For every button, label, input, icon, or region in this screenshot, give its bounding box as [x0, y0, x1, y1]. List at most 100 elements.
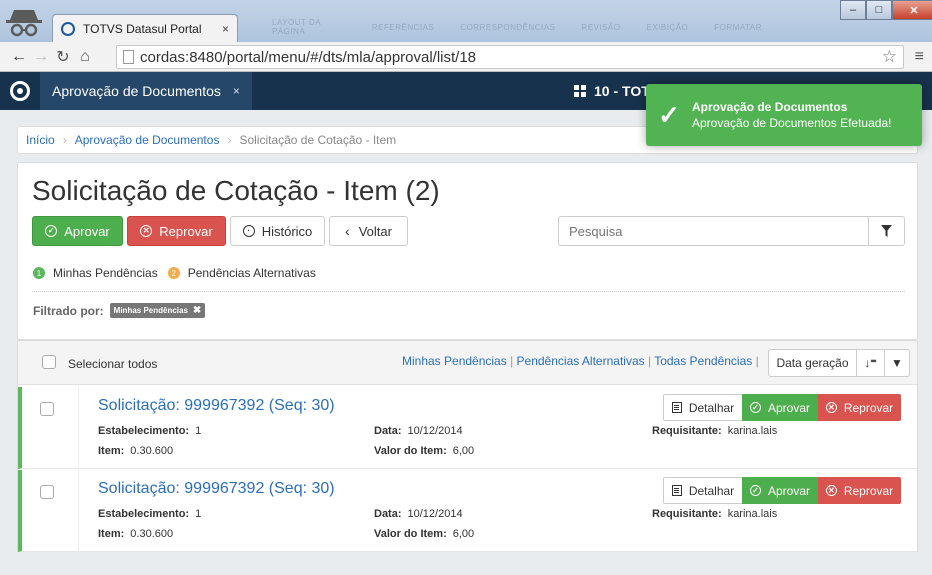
filter-link-all[interactable]: Todas Pendências	[654, 354, 752, 368]
item-checkbox-cell	[22, 387, 79, 469]
bg-tab: REFERÊNCIAS	[371, 22, 435, 32]
check-circle-icon: ✓	[749, 485, 761, 496]
field-value: 1	[195, 508, 202, 520]
totvs-logo-icon[interactable]	[10, 81, 30, 101]
item-title-link[interactable]: Solicitação: 999967392 (Seq: 30)	[98, 480, 335, 498]
item-requester: Requisitante: karina.lais	[652, 425, 777, 437]
approve-button[interactable]: ✓ Aprovar	[32, 216, 123, 246]
x-circle-icon: ✕	[825, 402, 837, 413]
item-approve-button[interactable]: ✓ Aprovar	[742, 394, 818, 421]
maximize-icon[interactable]: □	[866, 0, 892, 20]
remove-filter-icon[interactable]: ✖	[193, 305, 201, 316]
sort-field-button[interactable]: Data geração	[769, 350, 857, 376]
breadcrumb-home[interactable]: Início	[26, 133, 55, 147]
filter-link-mine[interactable]: Minhas Pendências	[402, 354, 507, 368]
field-label: Item:	[98, 445, 125, 457]
back-button[interactable]: ‹ Voltar	[329, 216, 408, 246]
minimize-icon[interactable]: –	[840, 0, 866, 20]
item-date: Data: 10/12/2014	[374, 508, 463, 520]
search-box	[558, 216, 905, 246]
item-reject-button[interactable]: ✕ Reprovar	[818, 394, 901, 421]
back-arrow-icon[interactable]: ←	[8, 48, 30, 66]
home-icon[interactable]: ⌂	[74, 48, 96, 66]
reject-button[interactable]: ✕ Reprovar	[127, 216, 226, 246]
detail-button[interactable]: Detalhar	[663, 477, 743, 504]
reload-icon[interactable]: ↻	[52, 47, 74, 67]
browser-menu-icon[interactable]: ≡	[915, 48, 924, 66]
item-value: Valor do Item: 6,00	[374, 445, 474, 457]
url-bar[interactable]: ☆	[116, 45, 904, 69]
legend-dot-mine: 1	[33, 267, 45, 279]
item-checkbox[interactable]	[40, 485, 54, 499]
detail-button[interactable]: Detalhar	[663, 394, 743, 421]
caret-down-icon[interactable]: ▼	[885, 350, 909, 376]
field-label: Estabelecimento:	[98, 425, 190, 437]
search-input[interactable]	[559, 217, 868, 245]
browser-tab-title: TOTVS Datasul Portal	[83, 21, 202, 36]
grid-icon	[574, 85, 586, 97]
item-requester: Requisitante: karina.lais	[652, 508, 777, 520]
filter-link-alternative[interactable]: Pendências Alternativas	[517, 354, 645, 368]
close-window-icon[interactable]: ✕	[892, 0, 932, 20]
window-controls: – □ ✕	[840, 0, 932, 20]
history-button-label: Histórico	[261, 223, 313, 239]
detail-button-label: Detalhar	[688, 400, 735, 415]
breadcrumb-section[interactable]: Aprovação de Documentos	[75, 133, 220, 147]
item-establishment: Estabelecimento: 1	[98, 425, 201, 437]
item-approve-button[interactable]: ✓ Aprovar	[742, 477, 818, 504]
field-value: 0.30.600	[130, 445, 174, 457]
check-circle-icon: ✓	[45, 225, 58, 237]
toast-content: Aprovação de Documentos Aprovação de Doc…	[692, 100, 891, 130]
field-label: Data:	[374, 508, 402, 520]
company-selector[interactable]: 10 - TOT	[574, 72, 650, 110]
select-all-label: Selecionar todos	[68, 357, 158, 371]
breadcrumb-separator-icon: ›	[62, 133, 67, 147]
item-reject-button[interactable]: ✕ Reprovar	[818, 477, 901, 504]
bg-tab: EXIBIÇÃO	[646, 22, 689, 32]
list-header: Selecionar todos Minhas Pendências | Pen…	[18, 341, 917, 385]
detail-button-label: Detalhar	[688, 483, 735, 498]
field-label: Data:	[374, 425, 402, 437]
filter-button[interactable]	[868, 217, 904, 245]
success-toast[interactable]: ✓ Aprovação de Documentos Aprovação de D…	[646, 84, 922, 146]
browser-tab[interactable]: TOTVS Datasul Portal ×	[52, 14, 238, 42]
field-value: 6,00	[452, 528, 475, 540]
page-icon	[123, 50, 134, 64]
background-window-tabs: LAYOUT DA PÁGINA REFERÊNCIAS CORRESPONDÊ…	[242, 14, 762, 40]
item-reject-label: Reprovar	[843, 483, 894, 498]
address-toolbar: ← → ↻ ⌂ ☆ ≡	[0, 42, 932, 72]
page-panel: Solicitação de Cotação - Item (2) ✓ Apro…	[17, 162, 918, 340]
sort-direction-icon[interactable]: ↓⁼	[857, 350, 885, 376]
sort-control: Data geração ↓⁼ ▼	[768, 349, 910, 377]
field-label: Requisitante:	[652, 425, 722, 437]
legend-label-alternative: Pendências Alternativas	[187, 266, 316, 280]
item-title-link[interactable]: Solicitação: 999967392 (Seq: 30)	[98, 397, 335, 415]
clock-icon: ·	[242, 225, 255, 237]
bg-tab: LAYOUT DA PÁGINA	[272, 18, 321, 36]
field-value: karina.lais	[727, 508, 778, 520]
approve-button-label: Aprovar	[64, 223, 110, 239]
company-label: 10 - TOT	[594, 83, 650, 99]
item-approve-label: Aprovar	[767, 483, 811, 498]
close-app-tab-icon[interactable]: ×	[233, 84, 240, 98]
breadcrumb-separator-icon: ›	[227, 133, 232, 147]
bg-tab: CORRESPONDÊNCIAS	[460, 22, 556, 32]
breadcrumb-current: Solicitação de Cotação - Item	[239, 133, 397, 147]
field-value: 6,00	[452, 445, 475, 457]
field-value: 0.30.600	[130, 528, 174, 540]
item-reject-label: Reprovar	[843, 400, 894, 415]
close-tab-icon[interactable]: ×	[222, 22, 229, 36]
url-input[interactable]	[140, 48, 882, 66]
item-value: Valor do Item: 6,00	[374, 528, 474, 540]
history-button[interactable]: · Histórico	[230, 216, 325, 246]
select-all-checkbox[interactable]	[42, 355, 56, 369]
bg-tab: REVISÃO	[581, 22, 621, 32]
toast-title: Aprovação de Documentos	[692, 100, 848, 114]
item-checkbox[interactable]	[40, 402, 54, 416]
item-code: Item: 0.30.600	[98, 528, 173, 540]
app-tab-approval[interactable]: Aprovação de Documentos ×	[40, 72, 252, 110]
forward-arrow-icon[interactable]: →	[30, 48, 52, 66]
bookmark-star-icon[interactable]: ☆	[882, 47, 897, 67]
field-value: karina.lais	[727, 425, 778, 437]
item-code: Item: 0.30.600	[98, 445, 173, 457]
